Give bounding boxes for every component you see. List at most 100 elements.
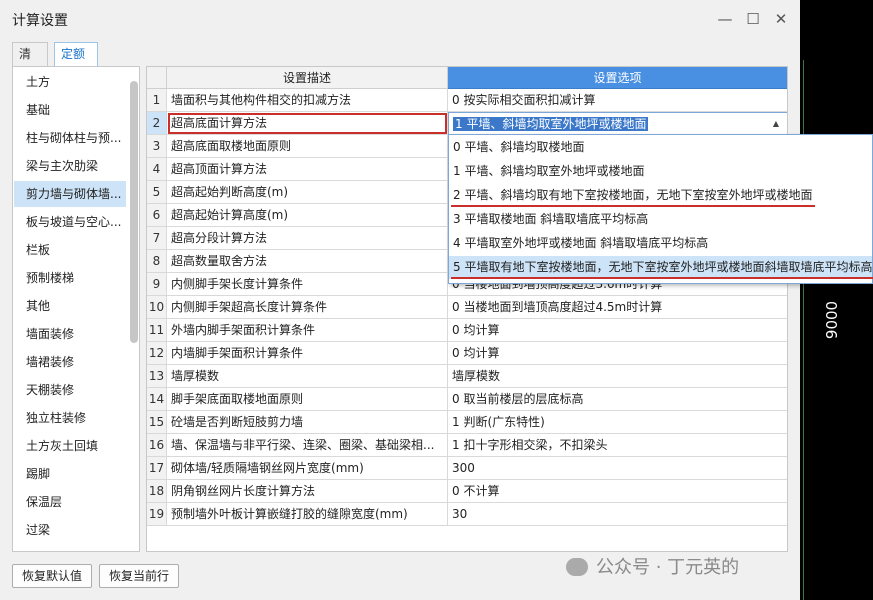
row-description: 超高顶面计算方法	[167, 158, 448, 181]
row-description: 超高底面计算方法	[167, 112, 448, 135]
sidebar-item[interactable]: 预制楼梯	[14, 265, 126, 291]
dropdown-option[interactable]: 5 平墙取有地下室按楼地面，无地下室按室外地坪或楼地面斜墙取墙底平均标高	[449, 256, 872, 279]
row-option[interactable]: 0 按实际相交面积扣减计算	[448, 89, 787, 112]
row-number: 5	[147, 181, 167, 204]
annotation-underline	[451, 277, 873, 279]
row-number: 12	[147, 342, 167, 365]
maximize-icon[interactable]: ☐	[740, 6, 766, 32]
table-row[interactable]: 17 砌体墙/轻质隔墙钢丝网片宽度(mm) 300	[147, 457, 787, 480]
sidebar-item[interactable]: 基础	[14, 97, 126, 123]
row-description: 砼墙是否判断短肢剪力墙	[167, 411, 448, 434]
sidebar-item[interactable]: 踢脚	[14, 461, 126, 487]
sidebar-item[interactable]: 过梁	[14, 517, 126, 543]
category-list: 土方 基础 柱与砌体柱与预... 梁与主次肋梁 剪力墙与砌体墙... 板与坡道与空心...…	[12, 66, 140, 552]
restore-default-button[interactable]: 恢复默认值	[12, 564, 92, 588]
sidebar-item[interactable]: 其他	[14, 293, 126, 319]
row-option[interactable]: 0 均计算	[448, 342, 787, 365]
row-option[interactable]: 0 均计算	[448, 319, 787, 342]
row-description: 超高底面取楼地面原则	[167, 135, 448, 158]
header-description: 设置描述	[167, 67, 448, 89]
tab-dinge[interactable]: 定额	[54, 42, 98, 66]
row-number: 2	[147, 112, 167, 135]
cad-dimension-label: 9000	[823, 300, 841, 340]
row-number: 13	[147, 365, 167, 388]
table-row[interactable]: 19 预制墙外叶板计算嵌缝打胶的缝隙宽度(mm) 30	[147, 503, 787, 526]
close-icon[interactable]: ✕	[768, 6, 794, 32]
sidebar-item[interactable]: 柱与砌体柱与预...	[14, 125, 126, 151]
sidebar-item[interactable]: 墙面装修	[14, 321, 126, 347]
sidebar-item[interactable]: 天棚装修	[14, 377, 126, 403]
table-row[interactable]: 14 脚手架底面取楼地面原则 0 取当前楼层的层底标高	[147, 388, 787, 411]
row-number: 3	[147, 135, 167, 158]
table-row[interactable]: 12 内墙脚手架面积计算条件 0 均计算	[147, 342, 787, 365]
row-option[interactable]: 1 判断(广东特性)	[448, 411, 787, 434]
wechat-icon	[566, 558, 588, 576]
row-number: 14	[147, 388, 167, 411]
watermark-text: 公众号 · 丁元英的	[596, 557, 740, 578]
sidebar-item[interactable]: 独立柱装修	[14, 405, 126, 431]
sidebar-item[interactable]: 保温层	[14, 489, 126, 515]
watermark: 公众号 · 丁元英的	[566, 556, 739, 580]
row-number: 1	[147, 89, 167, 112]
dropdown-option[interactable]: 0 平墙、斜墙均取楼地面	[449, 136, 872, 159]
option-combobox[interactable]: 1 平墙、斜墙均取室外地坪或楼地面 ▲	[448, 112, 787, 135]
sidebar-item[interactable]: 墙裙装修	[14, 349, 126, 375]
sidebar-item[interactable]: 梁与主次肋梁	[14, 153, 126, 179]
tab-qingdan[interactable]: 清单	[12, 42, 48, 83]
table-row[interactable]: 1 墙面积与其他构件相交的扣减方法 0 按实际相交面积扣减计算	[147, 89, 787, 112]
row-number: 6	[147, 204, 167, 227]
sidebar-scrollbar[interactable]	[130, 81, 138, 343]
table-row[interactable]: 13 墙厚模数 墙厚模数	[147, 365, 787, 388]
sidebar-item[interactable]: 板与坡道与空心...	[14, 209, 126, 235]
row-number: 7	[147, 227, 167, 250]
row-description: 预制墙外叶板计算嵌缝打胶的缝隙宽度(mm)	[167, 503, 448, 526]
row-option[interactable]: 30	[448, 503, 787, 526]
row-number: 8	[147, 250, 167, 273]
row-option[interactable]: 墙厚模数	[448, 365, 787, 388]
row-description: 墙面积与其他构件相交的扣减方法	[167, 89, 448, 112]
dropdown-option[interactable]: 2 平墙、斜墙均取有地下室按楼地面，无地下室按室外地坪或楼地面	[449, 184, 872, 207]
dropdown-option[interactable]: 3 平墙取楼地面 斜墙取墙底平均标高	[449, 208, 872, 231]
table-row[interactable]: 11 外墙内脚手架面积计算条件 0 均计算	[147, 319, 787, 342]
row-number: 4	[147, 158, 167, 181]
row-number: 19	[147, 503, 167, 526]
sidebar-item[interactable]: 楼地面	[14, 545, 126, 551]
row-option[interactable]: 1 扣十字形相交梁，不扣梁头	[448, 434, 787, 457]
window-title: 计算设置	[12, 13, 68, 29]
minimize-icon[interactable]: —	[712, 6, 738, 32]
calc-settings-dialog: 计算设置 — ☐ ✕ 清单 定额 土方基础柱与砌体柱与预...梁与主次肋梁剪力墙…	[0, 0, 800, 600]
annotation-underline	[451, 205, 815, 207]
row-description: 超高分段计算方法	[167, 227, 448, 250]
row-option[interactable]: 300	[448, 457, 787, 480]
row-description: 砌体墙/轻质隔墙钢丝网片宽度(mm)	[167, 457, 448, 480]
row-number: 11	[147, 319, 167, 342]
table-row[interactable]: 15 砼墙是否判断短肢剪力墙 1 判断(广东特性)	[147, 411, 787, 434]
header-number	[147, 67, 167, 89]
row-description: 内侧脚手架长度计算条件	[167, 273, 448, 296]
dropdown-option[interactable]: 1 平墙、斜墙均取室外地坪或楼地面	[449, 160, 872, 183]
dropdown-arrow-icon[interactable]: ▲	[773, 113, 779, 134]
row-description: 阴角钢丝网片长度计算方法	[167, 480, 448, 503]
table-row[interactable]: 2 超高底面计算方法 1 平墙、斜墙均取室外地坪或楼地面 ▲	[147, 112, 787, 135]
table-row[interactable]: 18 阴角钢丝网片长度计算方法 0 不计算	[147, 480, 787, 503]
row-description: 外墙内脚手架面积计算条件	[167, 319, 448, 342]
dropdown-option[interactable]: 4 平墙取室外地坪或楼地面 斜墙取墙底平均标高	[449, 232, 872, 255]
sidebar-item[interactable]: 剪力墙与砌体墙...	[14, 181, 126, 207]
row-description: 超高起始判断高度(m)	[167, 181, 448, 204]
row-option[interactable]: 0 取当前楼层的层底标高	[448, 388, 787, 411]
row-option[interactable]: 0 当楼地面到墙顶高度超过4.5m时计算	[448, 296, 787, 319]
row-description: 墙厚模数	[167, 365, 448, 388]
sidebar-item[interactable]: 栏板	[14, 237, 126, 263]
table-row[interactable]: 10 内侧脚手架超高长度计算条件 0 当楼地面到墙顶高度超过4.5m时计算	[147, 296, 787, 319]
row-number: 17	[147, 457, 167, 480]
title-bar: 计算设置 — ☐ ✕	[0, 0, 800, 38]
row-number: 15	[147, 411, 167, 434]
sidebar-item[interactable]: 土方灰土回填	[14, 433, 126, 459]
row-option[interactable]: 0 不计算	[448, 480, 787, 503]
table-row[interactable]: 16 墙、保温墙与非平行梁、连梁、圈梁、基础梁相... 1 扣十字形相交梁，不扣梁头	[147, 434, 787, 457]
restore-current-row-button[interactable]: 恢复当前行	[99, 564, 179, 588]
row-number: 16	[147, 434, 167, 457]
row-description: 超高数量取舍方法	[167, 250, 448, 273]
sidebar-item[interactable]: 土方	[14, 69, 126, 95]
row-number: 18	[147, 480, 167, 503]
